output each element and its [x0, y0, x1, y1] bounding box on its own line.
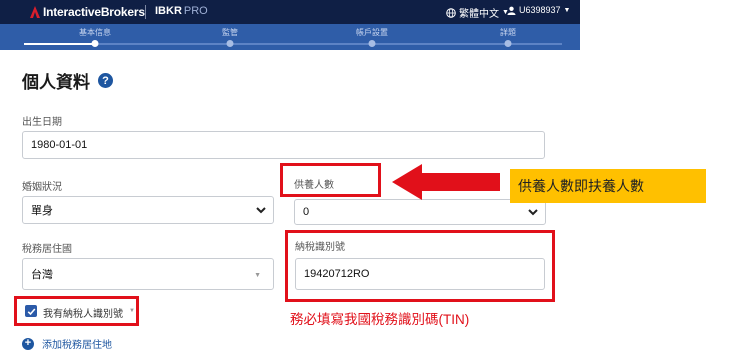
step-dot-basic-info[interactable]: [91, 40, 99, 47]
step-label-basic-info[interactable]: 基本信息: [79, 27, 111, 38]
step-dot-regulatory[interactable]: [226, 40, 234, 47]
user-icon: [507, 6, 516, 15]
dependents-value: 0: [303, 206, 310, 218]
red-arrow-annotation: [392, 164, 500, 200]
tax-country-value: 台灣: [31, 269, 53, 281]
step-progress-line-pending: [94, 43, 562, 45]
dependents-callout: 供養人數即扶養人數: [510, 169, 706, 203]
dependents-callout-text: 供養人數即扶養人數: [518, 178, 644, 194]
top-navigation-bar: InteractiveBrokers IBKR PRO 繁體中文 ▼ U63989…: [0, 0, 580, 24]
page-title: 個人資料 ?: [22, 68, 113, 93]
tin-note-annotation: 務必填寫我國稅務識別碼(TIN): [290, 312, 470, 327]
globe-icon: [446, 7, 456, 18]
brand-logo[interactable]: InteractiveBrokers: [30, 4, 145, 20]
has-tin-label[interactable]: 我有納稅人識別號: [43, 305, 123, 320]
username: U6398937: [519, 5, 561, 15]
tin-value: 19420712RO: [304, 268, 370, 280]
help-icon[interactable]: ?: [98, 73, 113, 88]
step-dot-account-setup[interactable]: [368, 40, 376, 47]
tax-country-label: 稅務居住國: [22, 244, 72, 255]
language-selector[interactable]: 繁體中文 ▼: [446, 5, 509, 20]
dependents-select[interactable]: 0: [294, 199, 546, 225]
dob-value: 1980-01-01: [31, 139, 88, 151]
product-name: IBKR PRO: [155, 5, 208, 17]
brand-logo-icon: [30, 6, 40, 18]
step-label-account-setup[interactable]: 帳戶設置: [356, 27, 388, 38]
dob-field[interactable]: 1980-01-01: [22, 131, 545, 159]
marital-status-value: 單身: [31, 205, 53, 217]
tin-label: 納稅識別號: [295, 242, 345, 253]
marital-status-label: 婚姻狀況: [22, 182, 62, 193]
has-tin-checkbox[interactable]: [25, 305, 37, 317]
brand-name: InteractiveBrokers: [43, 5, 145, 19]
tin-input[interactable]: 19420712RO: [295, 258, 545, 290]
dob-label: 出生日期: [22, 117, 62, 128]
step-label-details[interactable]: 詳題: [500, 27, 516, 38]
tax-country-select[interactable]: 台灣 ▼: [22, 258, 274, 290]
checkmark-icon: [27, 307, 35, 315]
chevron-down-icon: ▼: [129, 308, 135, 314]
step-progress-line-done: [24, 43, 94, 45]
add-tax-residence-link[interactable]: + 添加稅務居住地: [22, 336, 112, 351]
header-divider: [145, 5, 146, 19]
chevron-down-icon: [528, 209, 538, 216]
product-label: IBKR: [155, 5, 182, 17]
marital-status-select[interactable]: 單身: [22, 196, 274, 224]
step-label-regulatory[interactable]: 監管: [222, 27, 238, 38]
chevron-down-icon: ▼: [254, 271, 261, 279]
step-dot-details[interactable]: [504, 40, 512, 47]
plus-icon: +: [22, 337, 34, 350]
product-suffix: PRO: [183, 5, 208, 17]
page-title-text: 個人資料: [22, 73, 90, 92]
chevron-down-icon: [256, 207, 266, 214]
add-tax-residence-label: 添加稅務居住地: [42, 340, 112, 351]
user-menu[interactable]: U6398937 ▼: [507, 5, 570, 15]
chevron-down-icon: ▼: [563, 6, 571, 14]
dependents-highlight-box: [280, 163, 381, 197]
language-label: 繁體中文: [459, 9, 499, 20]
